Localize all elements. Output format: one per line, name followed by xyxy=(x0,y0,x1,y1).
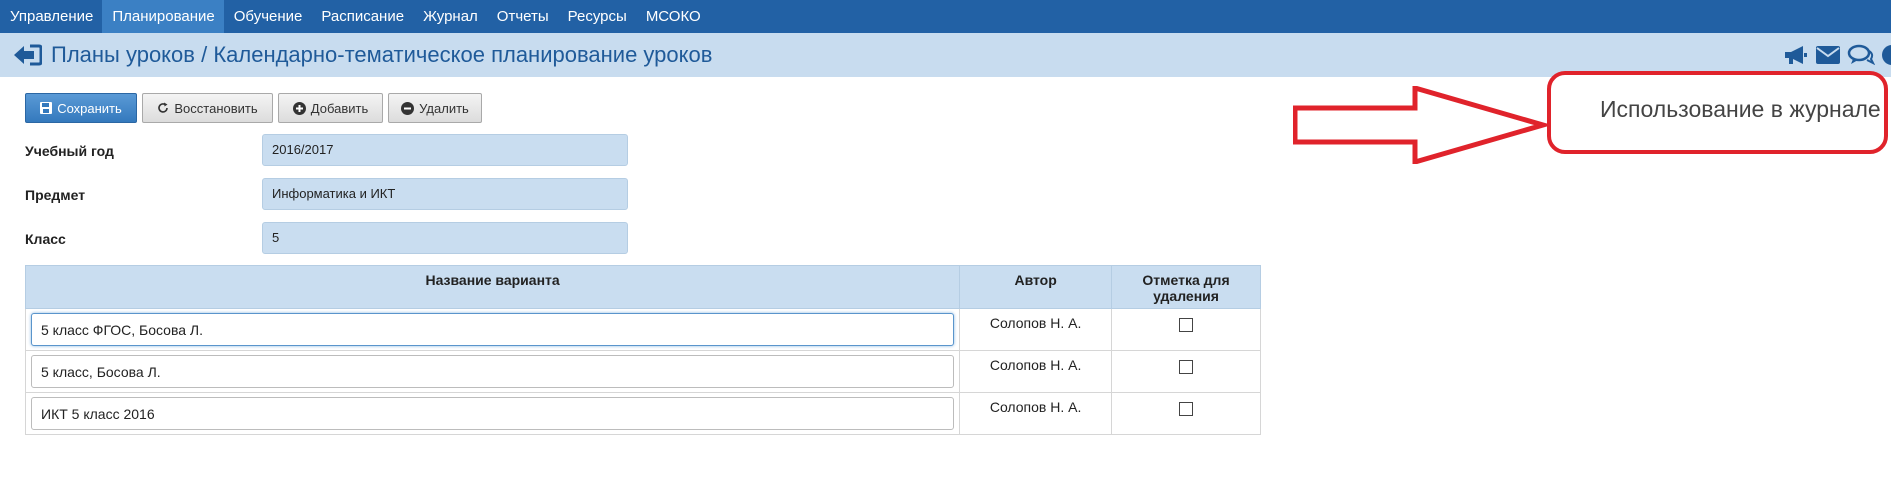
annotation-arrow-icon xyxy=(1293,86,1553,164)
plus-circle-icon xyxy=(292,101,306,115)
annotation-callout: Использование в журнале xyxy=(1547,71,1888,154)
restore-button-label: Восстановить xyxy=(174,100,258,116)
variant-name-cell xyxy=(24,392,961,435)
nav-item-msoko[interactable]: МСОКО xyxy=(636,0,710,33)
table-header-row: Название варианта Автор Отметка для удал… xyxy=(24,265,1261,309)
column-header-author: Автор xyxy=(959,265,1113,309)
save-button-label: Сохранить xyxy=(57,100,122,116)
nav-item-learning[interactable]: Обучение xyxy=(224,0,312,33)
table-row: Солопов Н. А. xyxy=(24,392,1261,435)
delete-checkbox[interactable] xyxy=(1179,402,1194,416)
variant-name-input[interactable] xyxy=(31,355,955,388)
top-nav: Управление Планирование Обучение Расписа… xyxy=(0,0,1891,33)
year-label: Учебный год xyxy=(25,143,114,159)
minus-circle-icon xyxy=(401,101,415,115)
callout-text: Использование в журнале xyxy=(1600,96,1881,122)
megaphone-icon[interactable] xyxy=(1783,44,1809,66)
mark-cell xyxy=(1111,308,1261,351)
chat-icon[interactable] xyxy=(1847,44,1875,66)
delete-button-label: Удалить xyxy=(419,100,469,116)
nav-item-schedule[interactable]: Расписание xyxy=(311,0,413,33)
column-header-mark: Отметка для удаления xyxy=(1111,265,1261,309)
variant-name-cell xyxy=(24,350,961,393)
subject-field: Информатика и ИКТ xyxy=(262,178,628,210)
nav-item-management[interactable]: Управление xyxy=(0,0,102,33)
envelope-icon[interactable] xyxy=(1815,45,1841,65)
variant-name-cell xyxy=(24,308,961,351)
year-field: 2016/2017 xyxy=(262,134,628,166)
mark-cell xyxy=(1111,350,1261,393)
delete-checkbox[interactable] xyxy=(1179,318,1194,332)
delete-checkbox[interactable] xyxy=(1179,360,1194,374)
variant-name-input[interactable] xyxy=(31,313,955,346)
nav-item-journal[interactable]: Журнал xyxy=(413,0,487,33)
table-row: Солопов Н. А. xyxy=(24,308,1261,351)
variant-name-input[interactable] xyxy=(31,397,955,430)
add-button[interactable]: Добавить xyxy=(278,93,383,123)
refresh-icon xyxy=(158,102,169,113)
column-header-name: Название варианта xyxy=(24,265,961,309)
subject-label: Предмет xyxy=(25,187,86,203)
help-icon[interactable] xyxy=(1881,44,1891,66)
variants-table: Название варианта Автор Отметка для удал… xyxy=(24,265,1261,435)
header-icons xyxy=(1783,41,1891,69)
add-button-label: Добавить xyxy=(310,100,369,116)
nav-item-resources[interactable]: Ресурсы xyxy=(558,0,636,33)
author-cell: Солопов Н. А. xyxy=(959,350,1113,393)
nav-item-planning[interactable]: Планирование xyxy=(102,0,224,33)
author-cell: Солопов Н. А. xyxy=(959,392,1113,435)
nav-item-reports[interactable]: Отчеты xyxy=(487,0,558,33)
delete-button[interactable]: Удалить xyxy=(388,93,482,123)
table-row: Солопов Н. А. xyxy=(24,350,1261,393)
floppy-icon xyxy=(40,102,53,114)
author-cell: Солопов Н. А. xyxy=(959,308,1113,351)
page-title: Планы уроков / Календарно-тематическое п… xyxy=(51,42,713,67)
save-button[interactable]: Сохранить xyxy=(25,93,137,123)
restore-button[interactable]: Восстановить xyxy=(142,93,273,123)
class-label: Класс xyxy=(25,231,66,247)
class-field: 5 xyxy=(262,222,628,254)
back-arrow-icon[interactable] xyxy=(12,43,43,67)
mark-cell xyxy=(1111,392,1261,435)
